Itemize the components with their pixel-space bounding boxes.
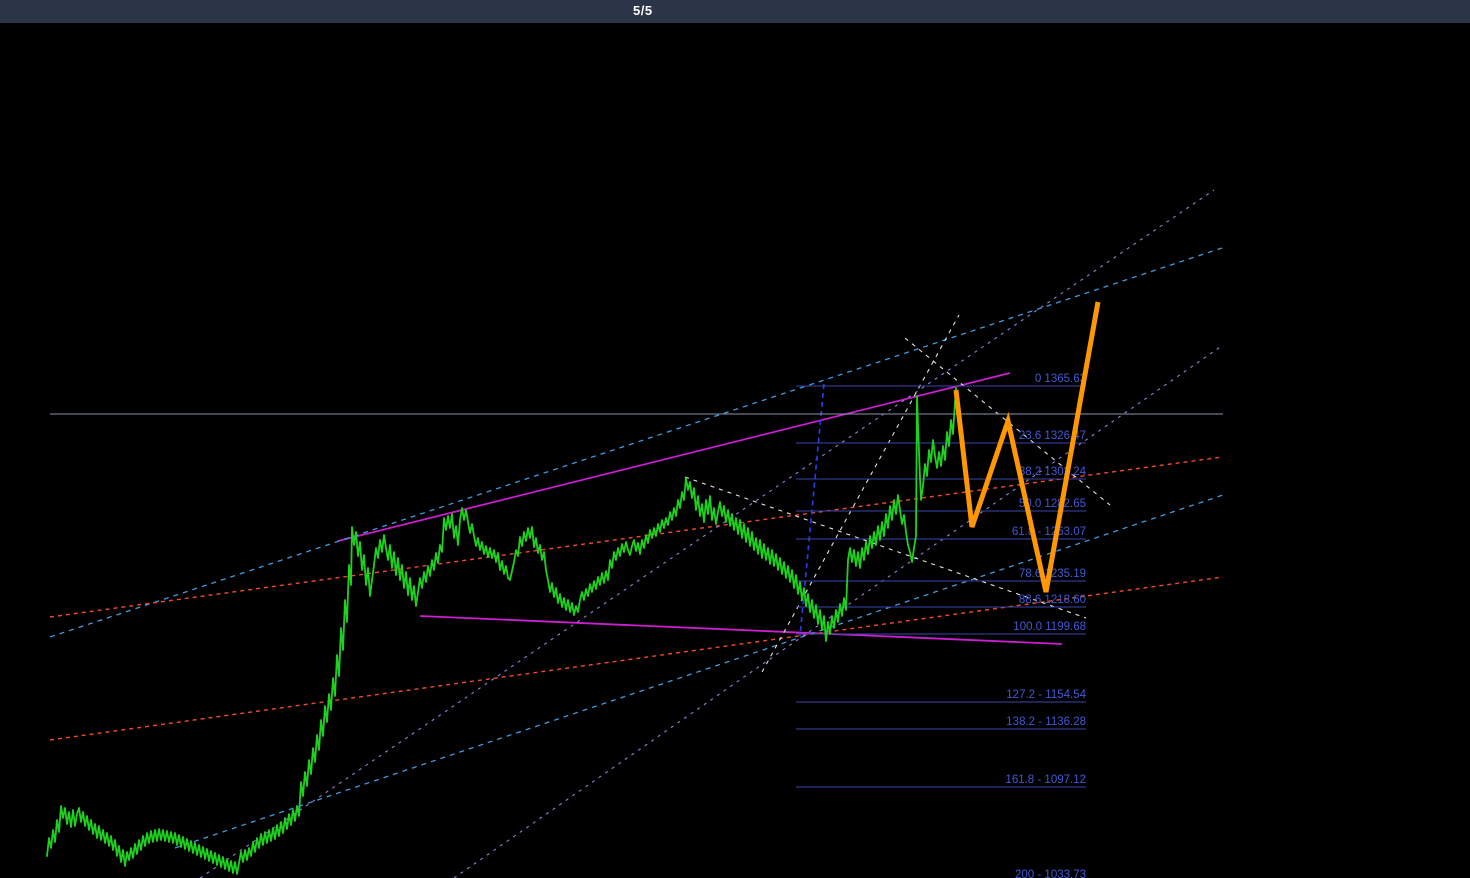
fib-label-161.8[interactable]: 161.8 - 1097.12: [1005, 774, 1086, 786]
zigzag-projection[interactable]: [953, 301, 1101, 593]
channel-bottom-magenta[interactable]: [419, 615, 1063, 645]
fib-label-88.6[interactable]: 88.6 1218.60: [1019, 594, 1086, 606]
fib-label-0[interactable]: 0 1365.63: [1035, 373, 1086, 385]
fib-label-127.2[interactable]: 127.2 - 1154.54: [1006, 689, 1086, 701]
cyan-trendline-lower[interactable]: [174, 494, 1224, 849]
fib-label-61.8[interactable]: 61.8 - 1263.07: [1012, 526, 1086, 538]
channel-top-magenta[interactable]: [337, 372, 1011, 542]
chart-viewer: 0 1365.63 23.6 1326.47 38.2 1302.24 50.0 12…: [0, 0, 1470, 878]
viewer-header: 5/5: [0, 0, 1470, 23]
chart-canvas[interactable]: 0 1365.6323.6 1326.4738.2 1302.2450.0 12…: [0, 0, 1470, 878]
fib-label-100.0[interactable]: 100.0 1199.68: [1013, 621, 1086, 633]
fib-label-38.2[interactable]: 38.2 1302.24: [1019, 466, 1087, 478]
price-chart[interactable]: 0 1365.63 23.6 1326.47 38.2 1302.24 50.0 12…: [0, 0, 1470, 878]
page-indicator: 5/5: [633, 3, 653, 18]
fib-label-138.2[interactable]: 138.2 - 1136.28: [1006, 716, 1086, 728]
fib-label-200[interactable]: 200 - 1033.73: [1015, 869, 1086, 878]
